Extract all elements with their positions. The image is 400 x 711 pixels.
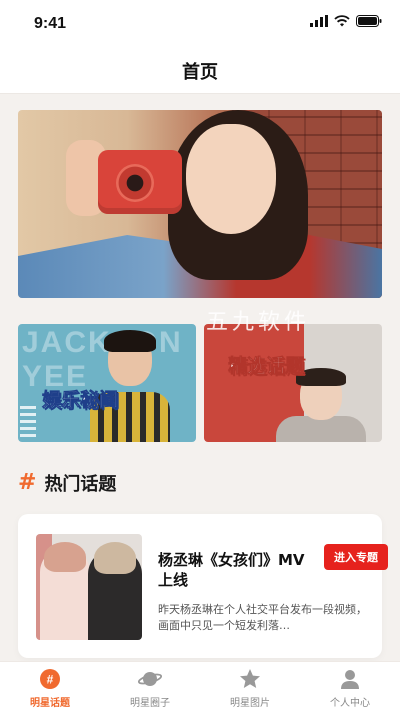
signal-icon (310, 15, 328, 27)
tab-bar: # 明星话题 明星圈子 明星图片 个人中心 (0, 661, 400, 711)
camera-lens (116, 164, 154, 202)
section-title: 热门话题 (44, 474, 117, 495)
status-icons (310, 15, 382, 27)
tile-label-featured: 精选话题 (228, 355, 305, 378)
topic-title: 杨丞琳《女孩们》MV上线 (158, 551, 305, 589)
planet-icon (138, 667, 162, 691)
enter-topic-button[interactable]: 进入专题 (324, 544, 388, 570)
section-header-hot-topics: # 热门话题 (18, 470, 116, 496)
tab-star-circles[interactable]: 明星圈子 (100, 662, 200, 711)
page-title: 首页 (182, 61, 218, 83)
nav-bar: 首页 (0, 48, 400, 94)
hash-badge-icon: # (38, 667, 62, 691)
hash-icon: # (18, 470, 37, 495)
tab-label: 个人中心 (330, 698, 370, 709)
tab-label: 明星圈子 (130, 698, 170, 709)
tile-featured-topics[interactable]: 精选话题 (204, 324, 382, 442)
camera-image (98, 150, 182, 214)
user-icon (338, 667, 362, 691)
topic-thumbnail (36, 534, 142, 640)
svg-text:#: # (47, 673, 54, 687)
tab-star-pictures[interactable]: 明星图片 (200, 662, 300, 711)
topic-description: 昨天杨丞琳在个人社交平台发布一段视频，画面中只见一个短发利落… (158, 603, 367, 632)
tab-label: 明星图片 (230, 698, 270, 709)
topic-card[interactable]: 杨丞琳《女孩们》MV上线 进入专题 昨天杨丞琳在个人社交平台发布一段视频，画面中… (18, 514, 388, 658)
status-bar: 9:41 (0, 0, 400, 48)
banner-face (186, 124, 276, 234)
banner-carousel[interactable] (18, 110, 382, 298)
tab-personal-center[interactable]: 个人中心 (300, 662, 400, 711)
tile-label-entertainment: 娱乐秘闻 (42, 389, 119, 412)
tab-star-topics[interactable]: # 明星话题 (0, 662, 100, 711)
chevrons-decoration (20, 406, 36, 440)
tab-label: 明星话题 (30, 698, 70, 709)
wifi-icon (334, 15, 350, 27)
status-time: 9:41 (34, 15, 67, 32)
battery-icon (356, 15, 382, 27)
watermark: 五九软件 (206, 310, 311, 335)
tile-person-image (276, 368, 366, 442)
tile-entertainment-news[interactable]: JACKSON YEE 娱乐秘闻 (18, 324, 196, 442)
star-icon (238, 667, 262, 691)
